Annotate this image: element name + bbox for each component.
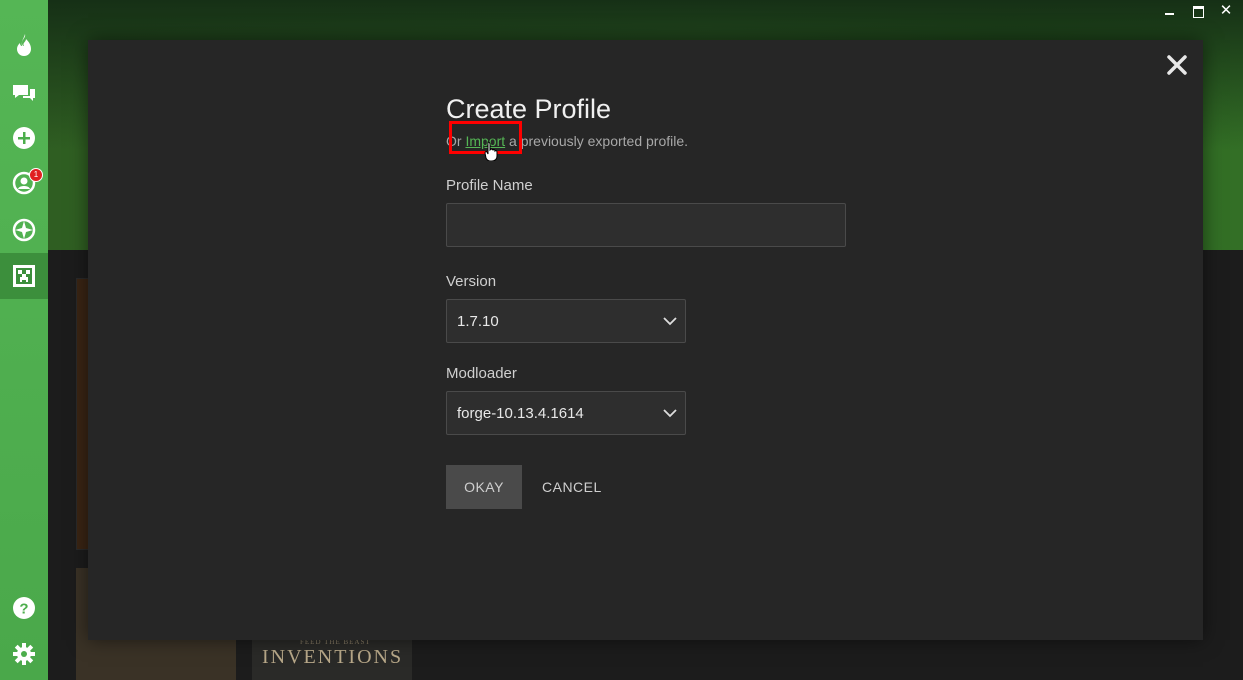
okay-button[interactable]: OKAY xyxy=(446,465,522,509)
version-label: Version xyxy=(446,273,497,290)
profile-name-label: Profile Name xyxy=(446,177,533,194)
flame-icon xyxy=(17,34,31,56)
plus-circle-icon xyxy=(13,127,35,149)
svg-text:?: ? xyxy=(19,601,28,618)
dialog-subtitle: Or Import a previously exported profile. xyxy=(446,121,866,161)
subtitle-suffix: a previously exported profile. xyxy=(505,133,689,149)
compass-icon xyxy=(12,218,36,242)
help-icon: ? xyxy=(13,597,35,619)
hand-cursor-icon xyxy=(484,141,498,161)
dialog-content: Create Profile Or Import a previously ex… xyxy=(446,92,866,161)
close-icon xyxy=(1167,55,1187,75)
sidebar-item-add[interactable] xyxy=(0,115,48,161)
notification-badge: 1 xyxy=(29,168,43,182)
sidebar: 1 ? xyxy=(0,0,48,680)
version-select[interactable]: 1.7.10 xyxy=(446,299,686,343)
creeper-icon xyxy=(13,265,35,287)
modloader-select-value: forge-10.13.4.1614 xyxy=(457,405,584,422)
sidebar-item-chat[interactable] xyxy=(0,70,48,116)
maximize-button[interactable] xyxy=(1192,4,1208,18)
chat-bubbles-icon xyxy=(13,85,35,101)
background-card-title: INVENTIONS xyxy=(262,646,404,668)
sidebar-item-help[interactable]: ? xyxy=(0,585,48,631)
minimize-button[interactable] xyxy=(1163,4,1179,18)
version-select-value: 1.7.10 xyxy=(457,313,499,330)
sidebar-item-friends[interactable]: 1 xyxy=(0,160,48,206)
chevron-down-icon xyxy=(663,317,677,326)
modloader-label: Modloader xyxy=(446,365,517,382)
close-dialog-button[interactable] xyxy=(1164,52,1190,78)
cancel-button[interactable]: CANCEL xyxy=(542,465,602,509)
sidebar-item-minecraft[interactable] xyxy=(0,253,48,299)
sidebar-item-overwolf[interactable] xyxy=(0,207,48,253)
modloader-select[interactable]: forge-10.13.4.1614 xyxy=(446,391,686,435)
sidebar-item-settings[interactable] xyxy=(0,631,48,677)
sidebar-item-home[interactable] xyxy=(0,22,48,68)
chevron-down-icon xyxy=(663,409,677,418)
gear-icon xyxy=(13,643,35,665)
create-profile-dialog: Create Profile Or Import a previously ex… xyxy=(88,40,1203,640)
window-close-button[interactable]: ✕ xyxy=(1218,3,1234,18)
profile-name-input[interactable] xyxy=(446,203,846,247)
